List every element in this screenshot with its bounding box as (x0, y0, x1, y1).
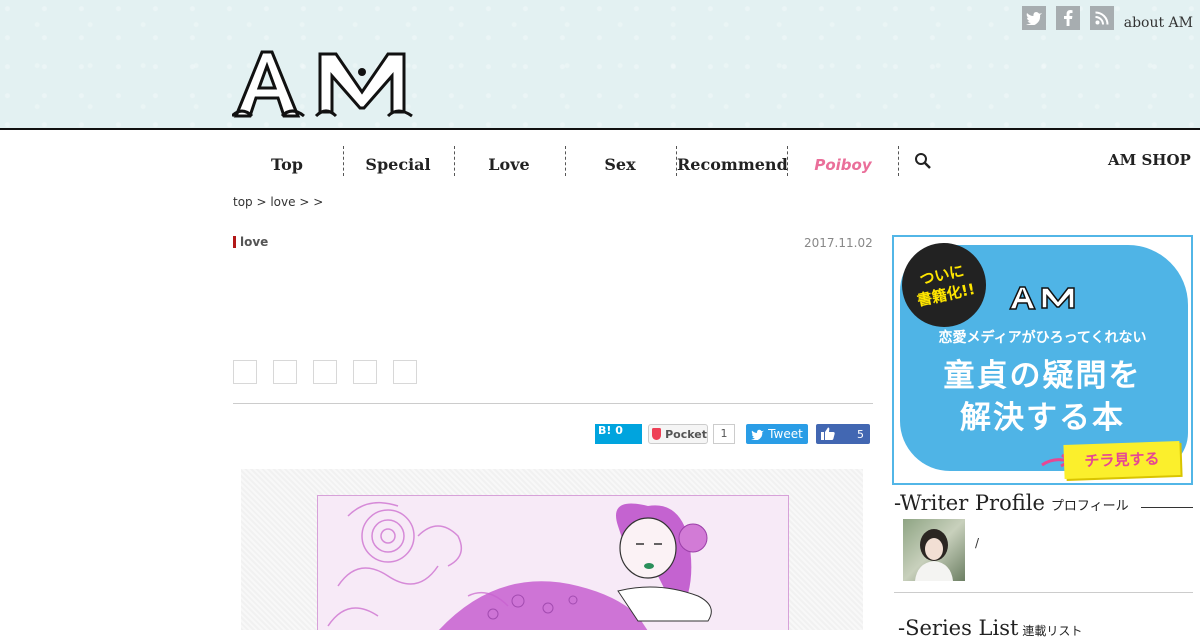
share-button-placeholder[interactable] (233, 360, 257, 384)
pocket-button[interactable]: Pocket (648, 424, 708, 444)
share-button-placeholder[interactable] (273, 360, 297, 384)
like-count: 5 (857, 428, 864, 441)
preview-button[interactable]: チラ見する (1063, 440, 1181, 480)
banner-am-logo: AM (1008, 286, 1075, 310)
nav-separator (898, 146, 900, 176)
tweet-button[interactable]: Tweet (746, 424, 808, 444)
share-button-placeholder[interactable] (393, 360, 417, 384)
header-social-links: about AM (1012, 5, 1193, 31)
article-illustration (317, 495, 789, 630)
nav-special[interactable]: Special (343, 146, 453, 176)
share-button-placeholder[interactable] (313, 360, 337, 384)
twitter-bird-icon (751, 429, 764, 440)
share-button-placeholder[interactable] (353, 360, 377, 384)
pocket-label: Pocket (665, 427, 707, 441)
nav-poiboy[interactable]: Poiboy (788, 146, 898, 176)
writer-name[interactable]: / (975, 536, 979, 550)
thumbs-up-icon (821, 427, 835, 440)
facebook-icon[interactable] (1055, 6, 1080, 30)
post-date: 2017.11.02 (804, 236, 873, 250)
banner-title: 童貞の疑問を 解決する本 (943, 358, 1142, 436)
share-icon-row (233, 360, 433, 384)
writer-avatar[interactable] (903, 519, 965, 581)
nav-recommend[interactable]: Recommend (677, 146, 788, 176)
tweet-label: Tweet (768, 427, 803, 441)
am-logo[interactable]: AM (232, 46, 414, 120)
writer-profile-heading: -Writer Profile プロフィール (894, 491, 1129, 515)
category-label[interactable]: love (233, 236, 268, 248)
nav-love[interactable]: Love (454, 146, 564, 176)
hatena-bookmark-button[interactable]: B! 0 (595, 424, 642, 444)
rss-icon[interactable] (1089, 6, 1114, 30)
article-divider (233, 403, 873, 404)
pocket-icon (652, 428, 662, 440)
banner-subtitle: 恋愛メディアがひろってくれない (938, 330, 1147, 346)
book-promo-banner[interactable]: ついに 書籍化!! AM 恋愛メディアがひろってくれない 童貞の疑問を 解決する… (892, 235, 1193, 485)
breadcrumb[interactable]: top > love > > (233, 195, 323, 209)
about-am-link[interactable]: about AM (1124, 15, 1193, 31)
series-list-heading: -Series List 連載リスト (898, 616, 1083, 640)
am-shop-link[interactable]: AM SHOP (1108, 151, 1191, 169)
heading-rule (1141, 507, 1193, 508)
twitter-icon[interactable] (1021, 6, 1046, 30)
sidebar-divider (894, 592, 1193, 593)
pocket-count: 1 (713, 424, 735, 444)
search-icon[interactable] (914, 152, 932, 170)
nav-top[interactable]: Top (232, 146, 342, 176)
site-header: AM about AM (0, 0, 1200, 130)
facebook-like-button[interactable]: 5 (816, 424, 870, 444)
nav-sex[interactable]: Sex (565, 146, 675, 176)
